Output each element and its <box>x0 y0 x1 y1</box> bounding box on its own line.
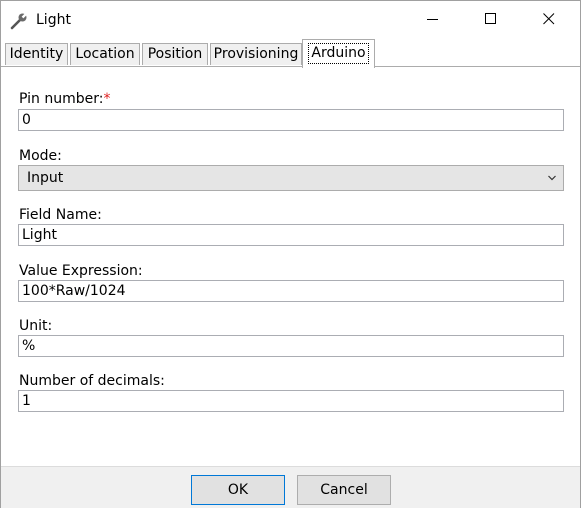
tab-location[interactable]: Location <box>70 43 140 65</box>
value-expression-field[interactable]: 100*Raw/1024 <box>18 280 564 302</box>
tab-provisioning[interactable]: Provisioning <box>210 43 302 65</box>
field-name-label: Field Name: <box>19 207 102 223</box>
mode-selected-value: Input <box>27 170 64 186</box>
ok-button[interactable]: OK <box>191 475 285 505</box>
arduino-panel: Pin number:* 0 Mode: Input Field Name: L… <box>1 67 580 465</box>
tab-label: Identity <box>9 46 64 62</box>
maximize-button[interactable] <box>463 1 521 39</box>
cancel-button[interactable]: Cancel <box>297 475 391 505</box>
pin-number-label: Pin number:* <box>19 91 111 107</box>
mode-label: Mode: <box>19 148 62 164</box>
tab-label: Provisioning <box>213 46 299 62</box>
unit-label: Unit: <box>19 318 53 334</box>
field-name-field[interactable]: Light <box>18 224 564 246</box>
minimize-button[interactable] <box>405 1 463 39</box>
tab-bar: Identity Location Position Provisioning … <box>1 39 580 68</box>
tab-label: Position <box>147 46 203 62</box>
required-mark: * <box>103 91 111 107</box>
tab-label: Arduino <box>308 43 369 64</box>
tab-label: Location <box>75 46 135 62</box>
decimals-label: Number of decimals: <box>19 373 165 389</box>
title-bar[interactable]: Light <box>1 1 580 39</box>
tab-identity[interactable]: Identity <box>5 43 68 65</box>
close-button[interactable] <box>521 1 579 39</box>
minimize-icon <box>427 19 438 20</box>
unit-field[interactable]: % <box>18 335 564 357</box>
wrench-icon <box>9 11 29 31</box>
dialog-window: Light Identity Location Position Provisi… <box>0 0 581 508</box>
mode-select[interactable]: Input <box>18 165 564 191</box>
pin-number-field[interactable]: 0 <box>18 109 564 131</box>
tab-position[interactable]: Position <box>142 43 208 65</box>
chevron-down-icon <box>548 175 556 181</box>
value-expression-label: Value Expression: <box>19 263 143 279</box>
window-title: Light <box>36 12 71 28</box>
maximize-icon <box>485 13 496 24</box>
close-icon <box>543 13 555 25</box>
button-bar: OK Cancel <box>1 466 580 508</box>
tab-arduino[interactable]: Arduino <box>302 39 375 68</box>
decimals-field[interactable]: 1 <box>18 390 564 412</box>
